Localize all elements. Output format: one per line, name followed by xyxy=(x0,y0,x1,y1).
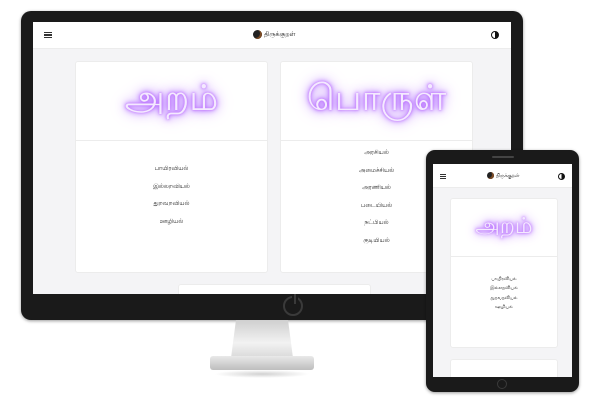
section-card-next[interactable] xyxy=(178,284,371,294)
section-card-header: அறம் xyxy=(451,199,557,257)
device-mockup-scene: திருக்குறள் அறம் பாயிரவியல் இல்லறவியல் த… xyxy=(0,0,615,409)
section-card-aram[interactable]: அறம் பாயிரவியல் இல்லறவியல் துறவறவியல் ஊழ… xyxy=(75,61,268,273)
hamburger-menu-icon[interactable] xyxy=(44,32,52,39)
app-brand[interactable]: திருக்குறள் xyxy=(253,30,296,39)
chapter-link[interactable]: பாயிரவியல் xyxy=(451,275,557,284)
desktop-app-header: திருக்குறள் xyxy=(33,22,511,49)
chapter-link[interactable]: பாயிரவியல் xyxy=(76,160,267,178)
chapter-list: பாயிரவியல் இல்லறவியல் துறவறவியல் ஊழியல் xyxy=(76,141,267,230)
monitor-stand-base xyxy=(210,356,314,370)
thiruvalluvar-logo-icon xyxy=(487,172,494,179)
monitor-stand-neck xyxy=(231,320,293,358)
chapter-link[interactable]: ஊழியல் xyxy=(451,303,557,312)
tablet-screen: திருக்குறள் அறம் பாயிரவியல் இல்லறவியல் த… xyxy=(433,164,572,377)
app-title: திருக்குறள் xyxy=(264,30,296,38)
section-title: பொருள் xyxy=(306,78,447,119)
chapter-link[interactable]: ஊழியல் xyxy=(76,213,267,231)
section-card-aram[interactable]: அறம் பாயிரவியல் இல்லறவியல் துறவறவியல் ஊழ… xyxy=(450,198,558,348)
section-card-header: பொருள் xyxy=(281,62,472,141)
theme-toggle-icon[interactable] xyxy=(491,31,499,39)
section-title: அறம் xyxy=(124,78,219,119)
chapter-link[interactable]: இல்லறவியல் xyxy=(451,284,557,293)
chapter-list: பாயிரவியல் இல்லறவியல் துறவறவியல் ஊழியல் xyxy=(451,257,557,312)
app-title: திருக்குறள் xyxy=(496,173,520,179)
section-card-header: அறம் xyxy=(76,62,267,141)
chapter-link[interactable]: துறவறவியல் xyxy=(76,195,267,213)
chapter-link[interactable]: துறவறவியல் xyxy=(451,294,557,303)
tablet-app-header: திருக்குறள் xyxy=(433,164,572,188)
theme-toggle-icon[interactable] xyxy=(558,173,565,180)
app-brand[interactable]: திருக்குறள் xyxy=(487,172,519,179)
tablet-home-button xyxy=(497,379,507,389)
tablet-device: திருக்குறள் அறம் பாயிரவியல் இல்லறவியல் த… xyxy=(426,150,579,392)
section-card-next[interactable] xyxy=(450,359,558,377)
section-title: அறம் xyxy=(475,213,533,239)
monitor-shadow xyxy=(214,370,310,378)
thiruvalluvar-logo-icon xyxy=(253,30,262,39)
hamburger-menu-icon[interactable] xyxy=(440,174,446,179)
tablet-speaker xyxy=(492,156,514,158)
chapter-link[interactable]: இல்லறவியல் xyxy=(76,178,267,196)
power-icon xyxy=(283,294,303,316)
